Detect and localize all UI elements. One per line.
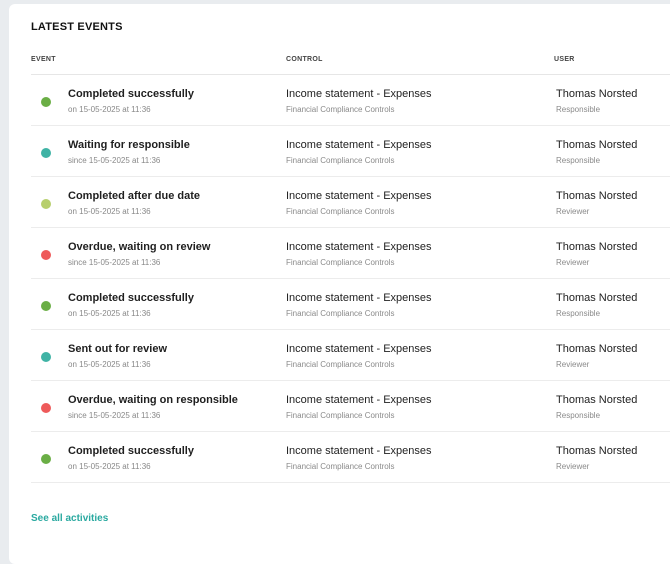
event-timestamp: on 15-05-2025 at 11:36 bbox=[68, 360, 151, 369]
user-role: Reviewer bbox=[556, 462, 590, 471]
event-title: Sent out for review bbox=[68, 343, 168, 355]
control-name: Income statement - Expenses bbox=[286, 394, 432, 406]
column-header-event: EVENT bbox=[31, 56, 56, 63]
table-row[interactable]: Waiting for responsible since 15-05-2025… bbox=[31, 126, 670, 177]
see-all-activities-link[interactable]: See all activities bbox=[31, 513, 108, 524]
event-timestamp: since 15-05-2025 at 11:36 bbox=[68, 156, 161, 165]
control-category: Financial Compliance Controls bbox=[286, 411, 395, 420]
control-category: Financial Compliance Controls bbox=[286, 207, 395, 216]
status-dot-icon bbox=[41, 352, 51, 362]
event-timestamp: since 15-05-2025 at 11:36 bbox=[68, 258, 161, 267]
control-category: Financial Compliance Controls bbox=[286, 360, 395, 369]
user-role: Responsible bbox=[556, 105, 601, 114]
control-name: Income statement - Expenses bbox=[286, 343, 432, 355]
event-timestamp: on 15-05-2025 at 11:36 bbox=[68, 207, 151, 216]
status-dot-icon bbox=[41, 403, 51, 413]
user-name: Thomas Norsted bbox=[556, 292, 638, 304]
control-category: Financial Compliance Controls bbox=[286, 258, 395, 267]
event-title: Completed successfully bbox=[68, 88, 194, 100]
status-dot-icon bbox=[41, 148, 51, 158]
table-row[interactable]: Completed after due date on 15-05-2025 a… bbox=[31, 177, 670, 228]
control-name: Income statement - Expenses bbox=[286, 88, 432, 100]
user-role: Responsible bbox=[556, 411, 601, 420]
user-name: Thomas Norsted bbox=[556, 139, 638, 151]
status-dot-icon bbox=[41, 97, 51, 107]
control-category: Financial Compliance Controls bbox=[286, 156, 395, 165]
status-dot-icon bbox=[41, 454, 51, 464]
event-timestamp: on 15-05-2025 at 11:36 bbox=[68, 462, 151, 471]
table-row[interactable]: Overdue, waiting on responsible since 15… bbox=[31, 381, 670, 432]
table-row[interactable]: Completed successfully on 15-05-2025 at … bbox=[31, 279, 670, 330]
table-row[interactable]: Sent out for review on 15-05-2025 at 11:… bbox=[31, 330, 670, 381]
user-role: Reviewer bbox=[556, 207, 590, 216]
user-role: Responsible bbox=[556, 309, 601, 318]
events-list: Completed successfully on 15-05-2025 at … bbox=[31, 75, 670, 483]
status-dot-icon bbox=[41, 301, 51, 311]
control-name: Income statement - Expenses bbox=[286, 190, 432, 202]
control-name: Income statement - Expenses bbox=[286, 241, 432, 253]
event-title: Overdue, waiting on review bbox=[68, 241, 211, 253]
control-name: Income statement - Expenses bbox=[286, 445, 432, 457]
user-name: Thomas Norsted bbox=[556, 445, 638, 457]
user-name: Thomas Norsted bbox=[556, 88, 638, 100]
event-timestamp: on 15-05-2025 at 11:36 bbox=[68, 105, 151, 114]
event-title: Completed after due date bbox=[68, 190, 201, 202]
column-header-control: CONTROL bbox=[286, 56, 323, 63]
event-title: Waiting for responsible bbox=[68, 139, 190, 151]
table-row[interactable]: Completed successfully on 15-05-2025 at … bbox=[31, 75, 670, 126]
latest-events-card: LATEST EVENTS EVENT CONTROL USER Complet… bbox=[9, 4, 670, 564]
table-row[interactable]: Overdue, waiting on review since 15-05-2… bbox=[31, 228, 670, 279]
event-timestamp: on 15-05-2025 at 11:36 bbox=[68, 309, 151, 318]
user-name: Thomas Norsted bbox=[556, 394, 638, 406]
control-category: Financial Compliance Controls bbox=[286, 462, 395, 471]
event-title: Overdue, waiting on responsible bbox=[68, 394, 238, 406]
user-role: Reviewer bbox=[556, 360, 590, 369]
user-role: Responsible bbox=[556, 156, 601, 165]
user-name: Thomas Norsted bbox=[556, 190, 638, 202]
table-row[interactable]: Completed successfully on 15-05-2025 at … bbox=[31, 432, 670, 483]
table-header: EVENT CONTROL USER bbox=[31, 56, 670, 74]
control-category: Financial Compliance Controls bbox=[286, 105, 395, 114]
user-name: Thomas Norsted bbox=[556, 241, 638, 253]
control-category: Financial Compliance Controls bbox=[286, 309, 395, 318]
event-timestamp: since 15-05-2025 at 11:36 bbox=[68, 411, 161, 420]
column-header-user: USER bbox=[554, 56, 575, 63]
status-dot-icon bbox=[41, 250, 51, 260]
control-name: Income statement - Expenses bbox=[286, 139, 432, 151]
user-name: Thomas Norsted bbox=[556, 343, 638, 355]
event-title: Completed successfully bbox=[68, 445, 194, 457]
control-name: Income statement - Expenses bbox=[286, 292, 432, 304]
event-title: Completed successfully bbox=[68, 292, 194, 304]
status-dot-icon bbox=[41, 199, 51, 209]
user-role: Reviewer bbox=[556, 258, 590, 267]
panel-title: LATEST EVENTS bbox=[31, 21, 123, 33]
